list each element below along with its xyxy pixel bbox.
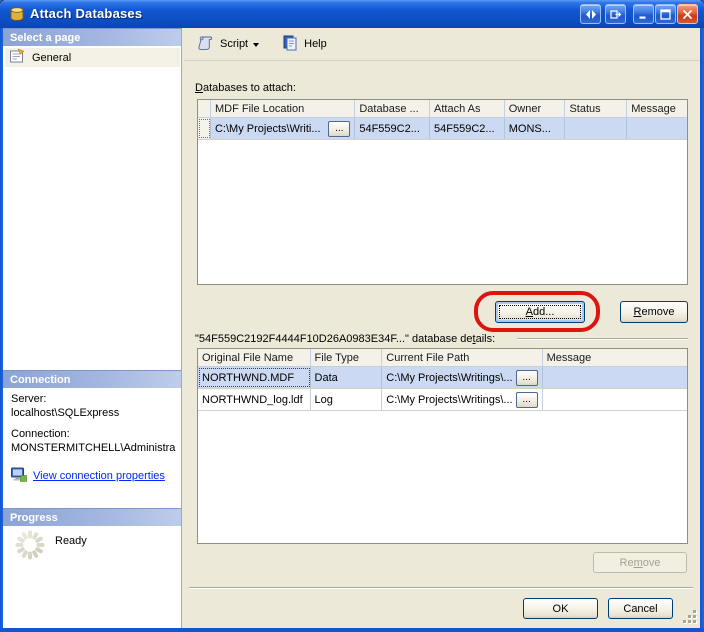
maximize-icon [660,9,671,20]
database-cell[interactable]: 54F559C2... [355,118,430,139]
server-label: Server: [11,393,46,405]
sidebar: Select a page General Connection Server:… [3,28,182,628]
window-border-right [700,28,704,632]
col-owner: Owner [505,100,566,117]
add-button[interactable]: Add... [495,301,585,323]
message-cell[interactable] [543,367,687,388]
file-type-cell[interactable]: Log [311,389,383,410]
view-connection-properties-link[interactable]: View connection properties [33,470,165,482]
database-details-grid: Original File Name File Type Current Fil… [197,348,688,544]
resize-grip[interactable] [683,610,698,625]
window-resize-button[interactable] [580,4,601,24]
footer-divider [189,587,693,589]
col-message: Message [627,100,687,117]
resize-arrows-icon [585,9,597,20]
select-a-page-header: Select a page [3,28,182,46]
titlebar[interactable]: Attach Databases [0,0,704,28]
help-button[interactable]: Help [275,32,333,57]
col-mdf-file-location: MDF File Location [211,100,355,117]
original-file-name-cell[interactable]: NORTHWND.MDF [198,367,311,388]
attach-databases-grid: MDF File Location Database ... Attach As… [197,99,688,285]
browse-path-button[interactable]: ... [516,370,538,386]
undock-icon [610,9,622,20]
col-attach-as: Attach As [430,100,505,117]
maximize-button[interactable] [655,4,676,24]
script-label: Script [220,38,248,50]
row-selector-header [198,100,211,117]
details-separator-line [517,338,688,340]
details-grid-header: Original File Name File Type Current Fil… [198,349,687,367]
col-current-file-path: Current File Path [382,349,542,366]
undock-button[interactable] [605,4,626,24]
script-dropdown-icon [253,43,259,50]
attach-databases-dialog: Attach Databases [0,0,704,632]
connection-label: Connection: [11,428,70,440]
sidebar-item-general[interactable]: General [5,48,180,67]
server-value: localhost\SQLExpress [11,407,119,419]
script-button[interactable]: Script [191,32,265,57]
browse-mdf-button[interactable]: ... [328,121,350,137]
main-panel: Script Help Databases to attach: [184,28,700,628]
ok-button[interactable]: OK [523,598,598,619]
current-file-path-cell[interactable]: C:\My Projects\Writings\... ... [382,389,542,410]
sidebar-item-label: General [32,52,71,64]
remove-details-button[interactable]: Remove [593,552,687,573]
general-page-icon [9,48,25,67]
status-cell[interactable] [565,118,627,139]
remove-button[interactable]: Remove [620,301,688,323]
message-cell[interactable] [627,118,687,139]
row-selector-cell[interactable] [198,118,211,139]
minimize-icon [638,9,649,20]
help-label: Help [304,38,327,50]
toolbar: Script Help [184,28,700,61]
message-cell[interactable] [543,389,687,410]
database-details-label: "54F559C2192F4444F10D26A0983E34F..." dat… [195,333,495,345]
table-row[interactable]: NORTHWND_log.ldf Log C:\My Projects\Writ… [198,389,687,411]
script-icon [197,34,215,55]
col-original-file-name: Original File Name [198,349,311,366]
window-title: Attach Databases [30,6,142,21]
col-database: Database ... [355,100,430,117]
original-file-name-cell[interactable]: NORTHWND_log.ldf [198,389,311,410]
cancel-button[interactable]: Cancel [608,598,673,619]
col-file-type: File Type [311,349,383,366]
databases-to-attach-label: Databases to attach: [195,82,296,94]
owner-cell[interactable]: MONS... [505,118,566,139]
attach-grid-header: MDF File Location Database ... Attach As… [198,100,687,118]
close-icon [682,9,693,20]
table-row[interactable]: C:\My Projects\Writi... ... 54F559C2... … [198,118,687,140]
progress-spinner-icon [13,528,47,562]
col-status: Status [565,100,627,117]
close-button[interactable] [677,4,698,24]
progress-status: Ready [55,535,87,547]
connection-header: Connection [3,370,182,388]
database-icon [9,6,25,22]
window-border-bottom [0,628,704,632]
file-type-cell[interactable]: Data [311,367,383,388]
mdf-file-location-cell[interactable]: C:\My Projects\Writi... ... [211,118,355,139]
browse-path-button[interactable]: ... [516,392,538,408]
attach-as-cell[interactable]: 54F559C2... [430,118,505,139]
minimize-button[interactable] [633,4,654,24]
progress-header: Progress [3,508,182,526]
help-icon [281,34,299,55]
connection-properties-icon [10,466,28,484]
table-row[interactable]: NORTHWND.MDF Data C:\My Projects\Writing… [198,367,687,389]
col-details-message: Message [543,349,687,366]
connection-value: MONSTERMITCHELL\Administra [11,442,175,454]
current-file-path-cell[interactable]: C:\My Projects\Writings\... ... [382,367,542,388]
